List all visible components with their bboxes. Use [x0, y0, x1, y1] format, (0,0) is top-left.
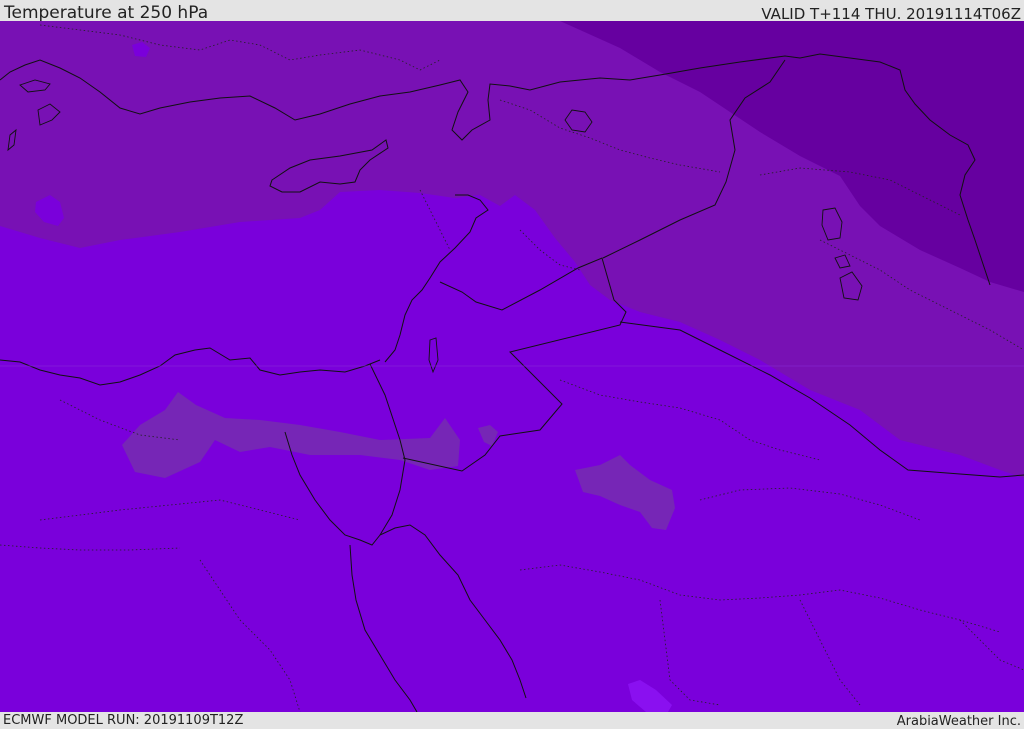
header-bar: Temperature at 250 hPa VALID T+114 THU. … [0, 0, 1024, 23]
footer-bar: ECMWF MODEL RUN: 20191109T12Z ArabiaWeat… [0, 712, 1024, 729]
map-title: Temperature at 250 hPa [4, 3, 209, 23]
temperature-map[interactable] [0, 21, 1024, 712]
model-run-label: ECMWF MODEL RUN: 20191109T12Z [3, 713, 244, 728]
map-canvas [0, 21, 1024, 712]
credit-label: ArabiaWeather Inc. [896, 714, 1021, 729]
